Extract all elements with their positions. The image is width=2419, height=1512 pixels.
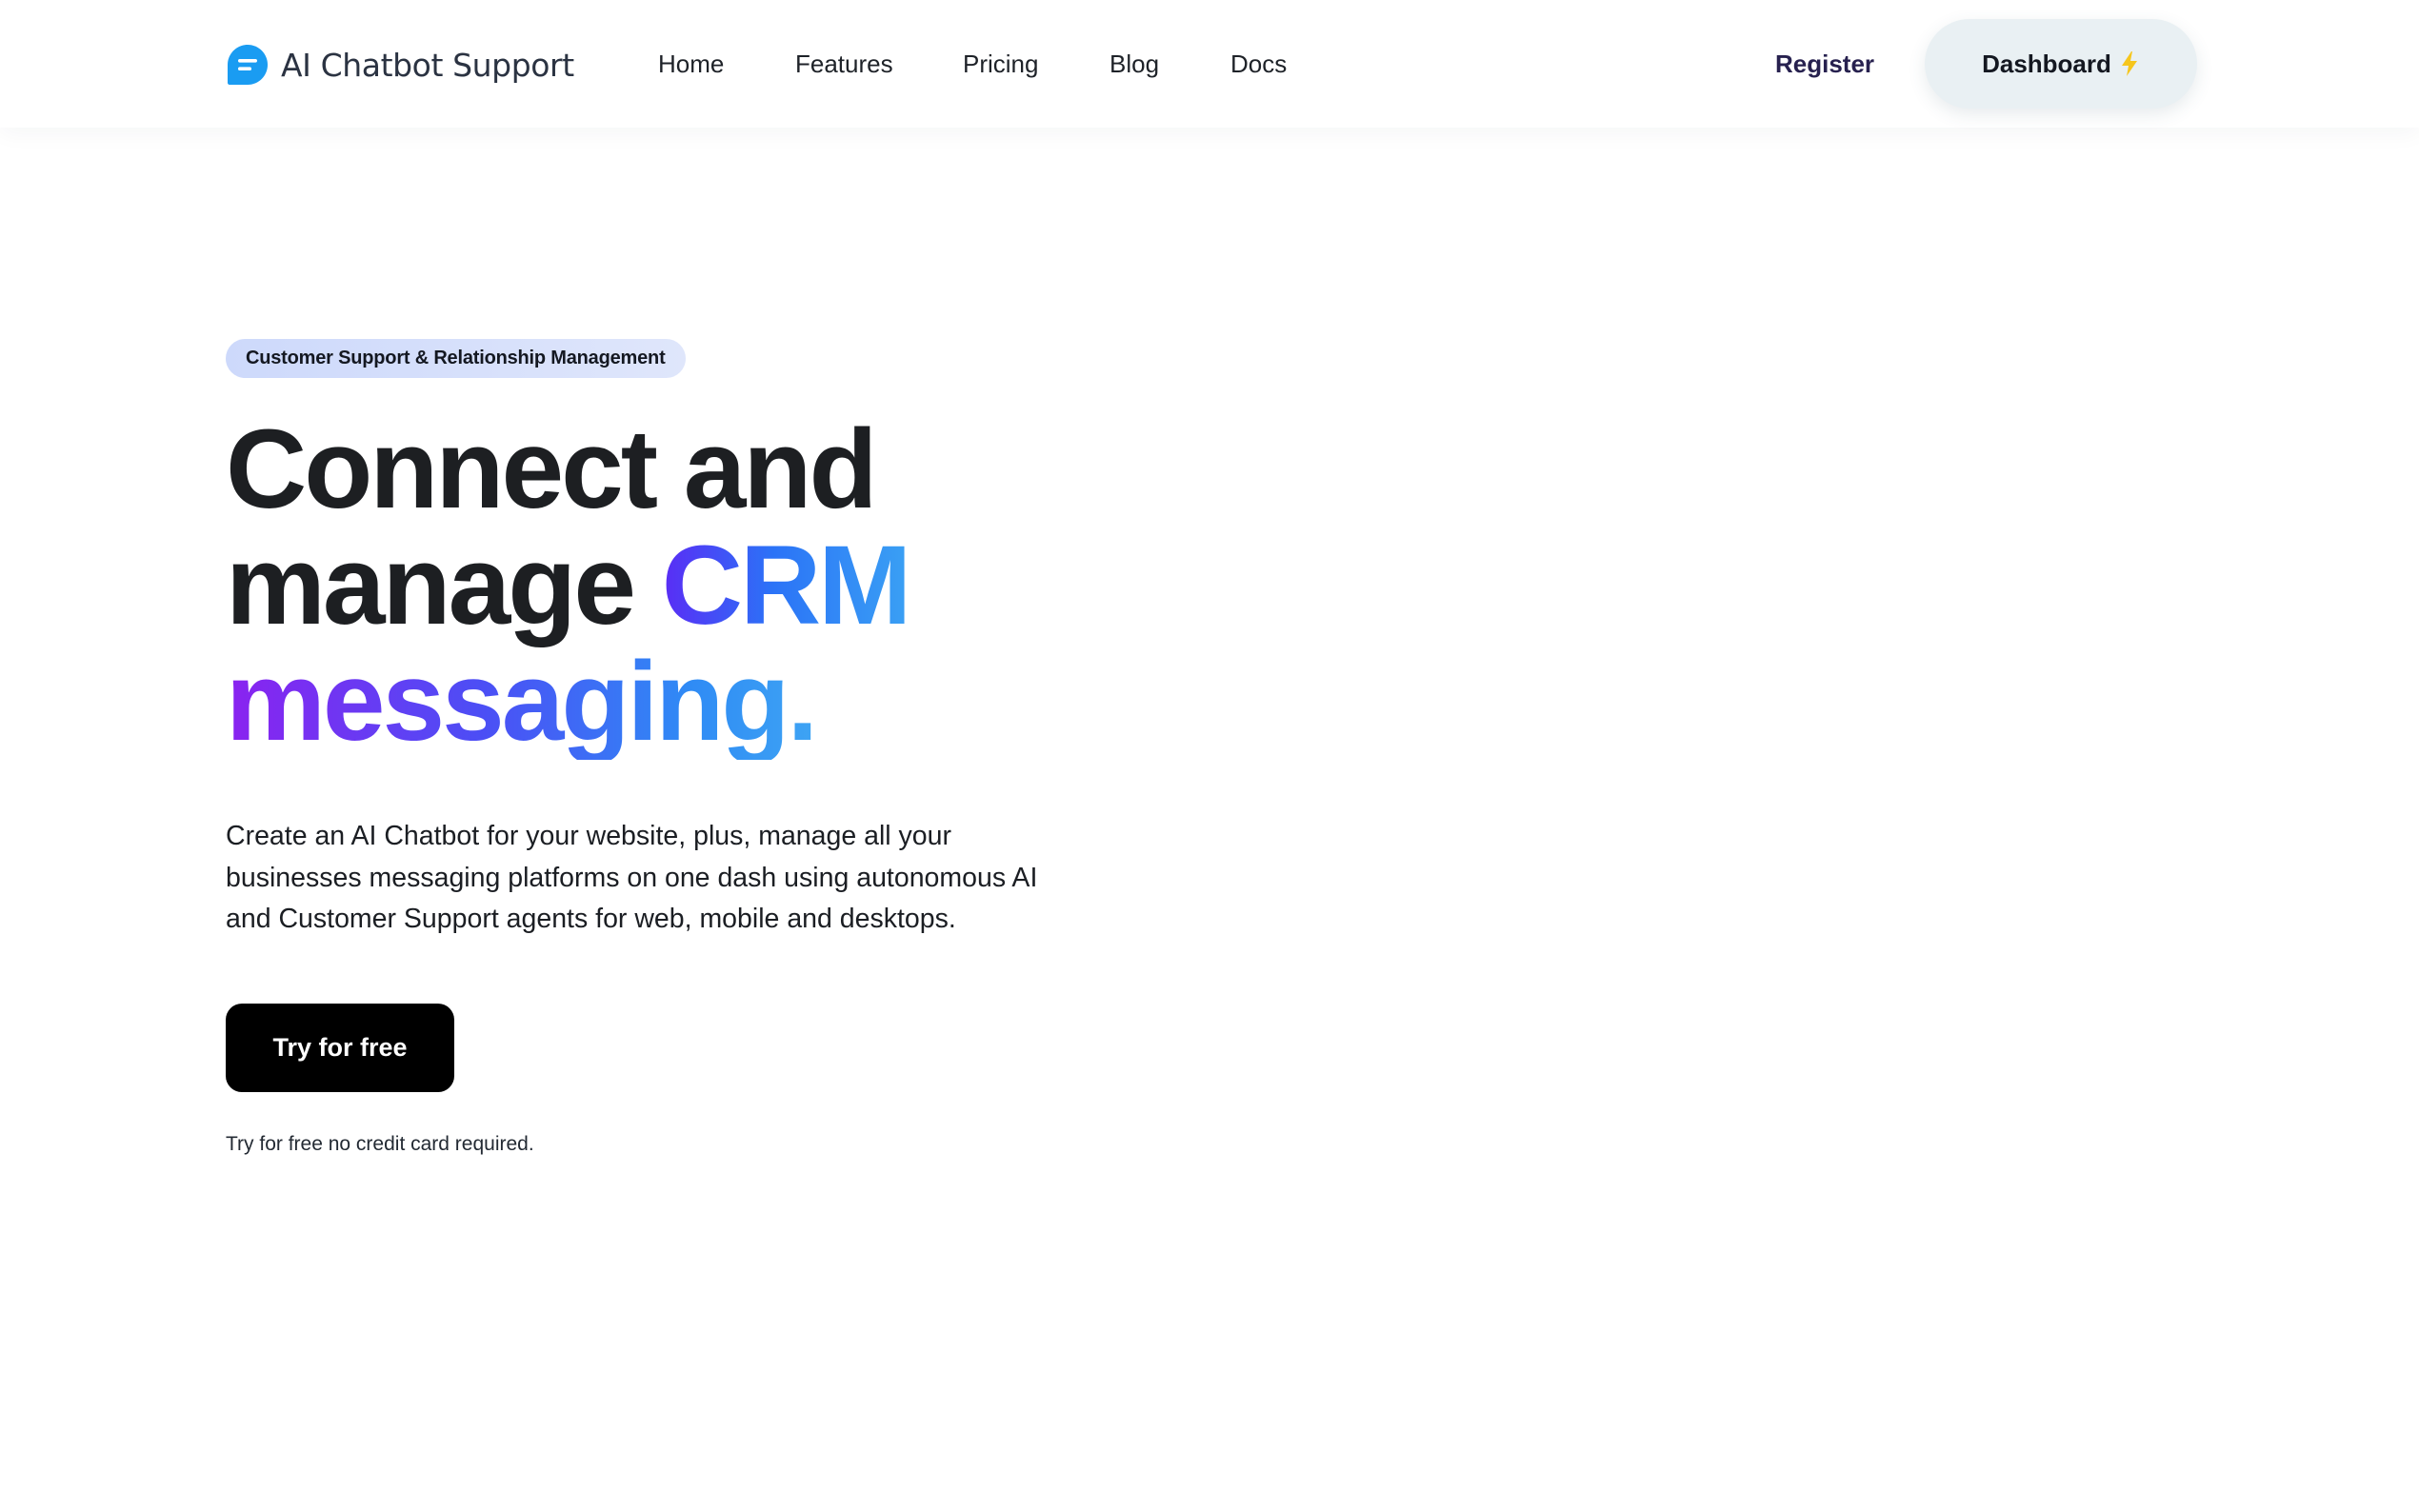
cta-note: Try for free no credit card required. <box>226 1133 534 1155</box>
lightning-bolt-icon <box>2121 51 2137 76</box>
nav-blog-link[interactable]: Blog <box>1110 47 1159 81</box>
headline-manage-text: manage <box>226 523 662 648</box>
headline-line-2: manage CRM <box>226 527 911 644</box>
nav-pricing-link[interactable]: Pricing <box>963 47 1038 81</box>
category-badge-label: Customer Support & Relationship Manageme… <box>246 348 666 368</box>
headline-line-1: Connect and <box>226 407 878 532</box>
hero-description: Create an AI Chatbot for your website, p… <box>226 821 1038 934</box>
category-badge: Customer Support & Relationship Manageme… <box>226 339 686 378</box>
try-for-free-button[interactable]: Try for free <box>226 1004 454 1092</box>
headline-messaging-gradient-text: messaging. <box>226 644 909 760</box>
nav-docs-link[interactable]: Docs <box>1230 47 1287 81</box>
dashboard-button[interactable]: Dashboard <box>1925 19 2197 109</box>
register-link[interactable]: Register <box>1775 47 1874 81</box>
nav-features-link[interactable]: Features <box>795 47 893 81</box>
hero-headline: Connect and manage CRM messaging. <box>226 407 911 760</box>
site-header: AI Chatbot Support Home Features Pricing… <box>0 0 2419 128</box>
headline-crm-gradient-text: CRM <box>661 523 912 648</box>
dashboard-button-label: Dashboard <box>1982 49 2111 78</box>
nav-home-link[interactable]: Home <box>658 47 724 81</box>
